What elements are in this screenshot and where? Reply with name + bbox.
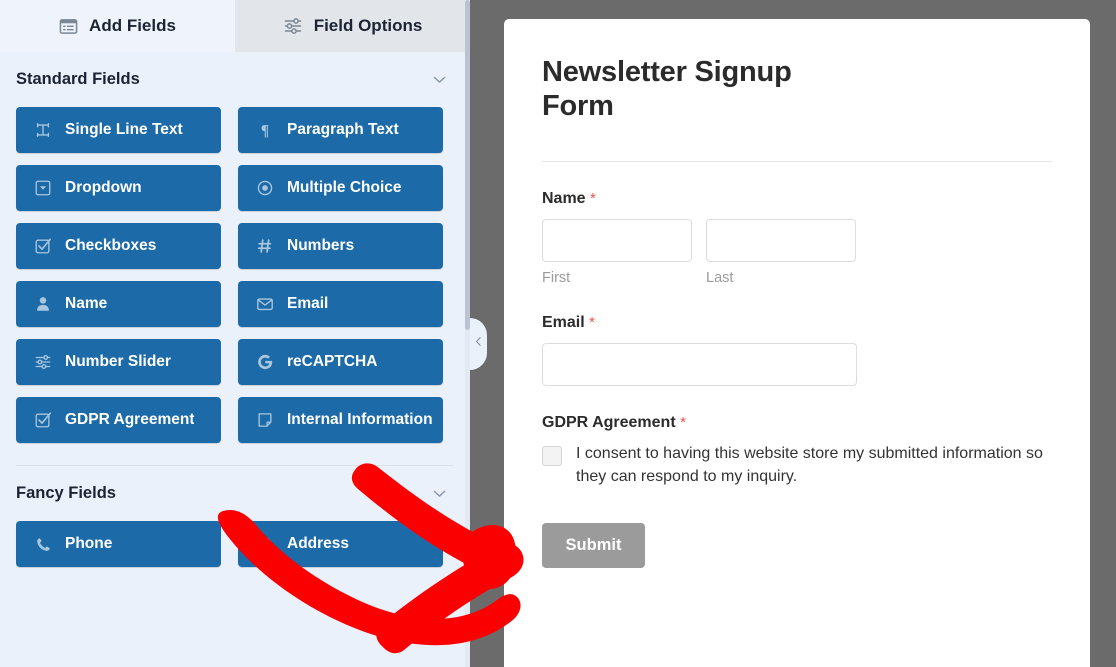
label-text: GDPR Agreement — [542, 414, 676, 432]
field-label-name: Name * — [542, 190, 1052, 208]
checkbox-icon — [33, 411, 53, 429]
map-pin-icon — [255, 536, 275, 553]
standard-fields-grid: Single Line Text ¶ Paragraph Text Dropdo… — [0, 107, 470, 443]
preview-field-name: Name * First Last — [542, 162, 1052, 286]
phone-icon — [33, 536, 53, 553]
field-label: Checkboxes — [65, 237, 157, 254]
gdpr-consent-text: I consent to having this website store m… — [576, 445, 1043, 486]
required-marker: * — [680, 414, 686, 432]
field-label: reCAPTCHA — [287, 353, 378, 370]
form-title: Newsletter Signup Form — [542, 56, 792, 123]
panel-tabs: Add Fields Field Options — [0, 0, 470, 52]
field-button-numbers[interactable]: Numbers — [238, 223, 443, 269]
tab-field-options[interactable]: Field Options — [235, 0, 470, 52]
field-button-single-line-text[interactable]: Single Line Text — [16, 107, 221, 153]
required-marker: * — [590, 190, 596, 208]
field-label-email: Email * — [542, 314, 1052, 332]
email-input[interactable] — [542, 343, 857, 387]
checkbox-icon — [33, 237, 53, 255]
field-label: Numbers — [287, 237, 355, 254]
add-fields-panel: Add Fields Field Options Standard Fields… — [0, 0, 470, 667]
field-label: Dropdown — [65, 179, 142, 196]
field-button-multiple-choice[interactable]: Multiple Choice — [238, 165, 443, 211]
section-title-fancy-fields: Fancy Fields — [16, 484, 116, 502]
field-label: Single Line Text — [65, 121, 183, 138]
section-header-standard-fields[interactable]: Standard Fields — [0, 52, 470, 107]
note-icon — [255, 411, 275, 429]
hash-icon — [255, 237, 275, 255]
name-subfields-row: First Last — [542, 219, 1052, 286]
sliders-icon — [33, 353, 53, 371]
field-label: Name — [65, 295, 108, 312]
field-label: Address — [287, 535, 350, 552]
field-label: Multiple Choice — [287, 179, 402, 196]
field-button-internal-information[interactable]: Internal Information — [238, 397, 443, 443]
field-label: Phone — [65, 535, 113, 552]
svg-text:¶: ¶ — [261, 122, 269, 139]
dropdown-icon — [33, 179, 53, 197]
text-width-icon — [33, 121, 53, 139]
first-name-sublabel: First — [542, 270, 571, 287]
required-marker: * — [589, 314, 595, 332]
field-button-checkboxes[interactable]: Checkboxes — [16, 223, 221, 269]
label-text: Name — [542, 190, 586, 208]
chevron-down-icon[interactable] — [431, 71, 448, 88]
label-text: Email — [542, 314, 585, 332]
first-name-input[interactable] — [542, 219, 692, 263]
preview-field-gdpr: GDPR Agreement * I consent to having thi… — [542, 386, 1052, 488]
field-button-recaptcha[interactable]: reCAPTCHA — [238, 339, 443, 385]
fancy-fields-grid: Phone Address — [0, 521, 470, 567]
section-title-standard-fields: Standard Fields — [16, 70, 140, 88]
field-button-name[interactable]: Name — [16, 281, 221, 327]
chevron-down-icon[interactable] — [431, 485, 448, 502]
field-button-paragraph-text[interactable]: ¶ Paragraph Text — [238, 107, 443, 153]
google-g-icon — [255, 353, 275, 371]
name-last-col: Last — [706, 219, 856, 286]
field-button-address[interactable]: Address — [238, 521, 443, 567]
envelope-icon — [255, 295, 275, 313]
field-label-gdpr: GDPR Agreement * — [542, 414, 1052, 432]
tab-field-options-label: Field Options — [313, 16, 423, 35]
tab-add-fields-label: Add Fields — [89, 16, 176, 35]
field-label: Number Slider — [65, 353, 171, 370]
list-panel-icon — [59, 17, 78, 36]
field-button-phone[interactable]: Phone — [16, 521, 221, 567]
form-builder-screen: Add Fields Field Options Standard Fields… — [0, 0, 1116, 667]
field-button-email[interactable]: Email — [238, 281, 443, 327]
radio-icon — [255, 179, 275, 197]
field-label: GDPR Agreement — [65, 411, 195, 428]
sliders-icon — [283, 16, 303, 36]
user-icon — [33, 295, 53, 313]
form-preview-panel: Newsletter Signup Form Name * First Last — [504, 19, 1090, 667]
gdpr-consent-checkbox[interactable] — [542, 446, 562, 467]
field-label: Internal Information — [287, 411, 433, 428]
field-button-number-slider[interactable]: Number Slider — [16, 339, 221, 385]
field-label: Email — [287, 295, 329, 312]
last-name-input[interactable] — [706, 219, 856, 263]
name-first-col: First — [542, 219, 692, 286]
gdpr-consent-row: I consent to having this website store m… — [542, 443, 1052, 488]
preview-field-email: Email * — [542, 286, 1052, 387]
field-button-dropdown[interactable]: Dropdown — [16, 165, 221, 211]
paragraph-icon: ¶ — [255, 121, 275, 139]
field-button-gdpr-agreement[interactable]: GDPR Agreement — [16, 397, 221, 443]
chevron-left-icon — [472, 335, 485, 353]
field-label: Paragraph Text — [287, 121, 399, 138]
tab-add-fields[interactable]: Add Fields — [0, 0, 235, 52]
last-name-sublabel: Last — [706, 270, 734, 287]
submit-button[interactable]: Submit — [542, 522, 645, 568]
section-header-fancy-fields[interactable]: Fancy Fields — [0, 466, 470, 521]
